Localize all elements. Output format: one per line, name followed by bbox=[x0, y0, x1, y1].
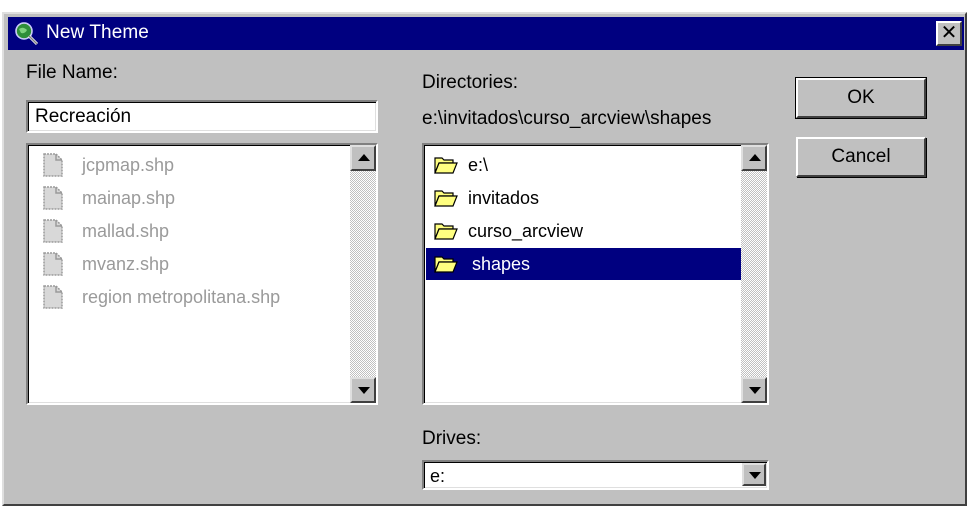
directory-list-scrollbar[interactable] bbox=[741, 145, 767, 403]
current-directory-path: e:\invitados\curso_arcview\shapes bbox=[422, 108, 712, 129]
file-name: mallad.shp bbox=[82, 220, 170, 241]
file-name: region metropolitana.shp bbox=[82, 286, 281, 307]
file-list-item[interactable]: mvanz.shp bbox=[28, 248, 350, 280]
arrow-down-icon bbox=[358, 387, 370, 394]
close-icon: ✕ bbox=[940, 20, 958, 44]
directory-name: shapes bbox=[472, 253, 531, 274]
file-icon bbox=[43, 153, 63, 177]
file-name-input[interactable]: Recreación bbox=[26, 100, 378, 133]
file-icon bbox=[43, 252, 63, 276]
file-icon bbox=[43, 186, 63, 210]
directory-listbox[interactable]: e:\ invitados curso_arcviewshapes bbox=[422, 143, 769, 405]
directory-name: e:\ bbox=[468, 154, 489, 175]
open-folder-icon bbox=[434, 256, 458, 273]
file-list-scrollbar[interactable] bbox=[350, 145, 376, 403]
directory-name: invitados bbox=[468, 187, 540, 208]
scroll-down-button[interactable] bbox=[741, 377, 767, 403]
file-listbox[interactable]: jcpmap.shp mainap.shp mallad.shp mvanz.shp r… bbox=[26, 143, 378, 405]
file-name: mvanz.shp bbox=[82, 253, 170, 274]
scroll-up-button[interactable] bbox=[741, 145, 767, 171]
directory-list-item[interactable]: shapes bbox=[426, 248, 741, 280]
arrow-up-icon bbox=[358, 154, 370, 161]
drives-combobox[interactable]: e: bbox=[422, 460, 769, 490]
scroll-down-button[interactable] bbox=[350, 377, 376, 403]
arrow-up-icon bbox=[749, 154, 761, 161]
file-icon bbox=[43, 219, 63, 243]
directory-name: curso_arcview bbox=[468, 220, 584, 241]
open-folder-icon bbox=[434, 223, 458, 240]
cancel-button[interactable]: Cancel bbox=[796, 137, 926, 177]
globe-magnifier-icon bbox=[15, 22, 39, 46]
ok-button[interactable]: OK bbox=[795, 77, 927, 119]
file-name-value: Recreación bbox=[35, 106, 132, 127]
title-bar[interactable]: New Theme ✕ bbox=[8, 17, 964, 50]
close-button[interactable]: ✕ bbox=[936, 21, 962, 46]
arrow-down-icon bbox=[749, 387, 761, 394]
file-list-item[interactable]: jcpmap.shp bbox=[28, 149, 350, 181]
window-title: New Theme bbox=[46, 22, 149, 43]
file-list-item[interactable]: mainap.shp bbox=[28, 182, 350, 214]
directories-label: Directories: bbox=[422, 72, 519, 93]
chevron-down-icon bbox=[749, 472, 761, 479]
drives-dropdown-button[interactable] bbox=[742, 463, 766, 486]
directory-list-item[interactable]: e:\ bbox=[426, 149, 741, 181]
directory-list-item[interactable]: invitados bbox=[426, 182, 741, 214]
drives-selected-value: e: bbox=[430, 466, 446, 486]
file-icon bbox=[43, 285, 63, 309]
file-list-item[interactable]: mallad.shp bbox=[28, 215, 350, 247]
open-folder-icon bbox=[434, 157, 458, 174]
file-list-item[interactable]: region metropolitana.shp bbox=[28, 281, 350, 313]
new-theme-dialog: New Theme ✕ File Name: Recreación jcpmap… bbox=[2, 12, 967, 506]
file-name: jcpmap.shp bbox=[82, 154, 175, 175]
file-name: mainap.shp bbox=[82, 187, 176, 208]
open-folder-icon bbox=[434, 190, 458, 207]
scroll-up-button[interactable] bbox=[350, 145, 376, 171]
directory-list-item[interactable]: curso_arcview bbox=[426, 215, 741, 247]
drives-label: Drives: bbox=[422, 428, 482, 449]
file-name-label: File Name: bbox=[26, 62, 118, 83]
